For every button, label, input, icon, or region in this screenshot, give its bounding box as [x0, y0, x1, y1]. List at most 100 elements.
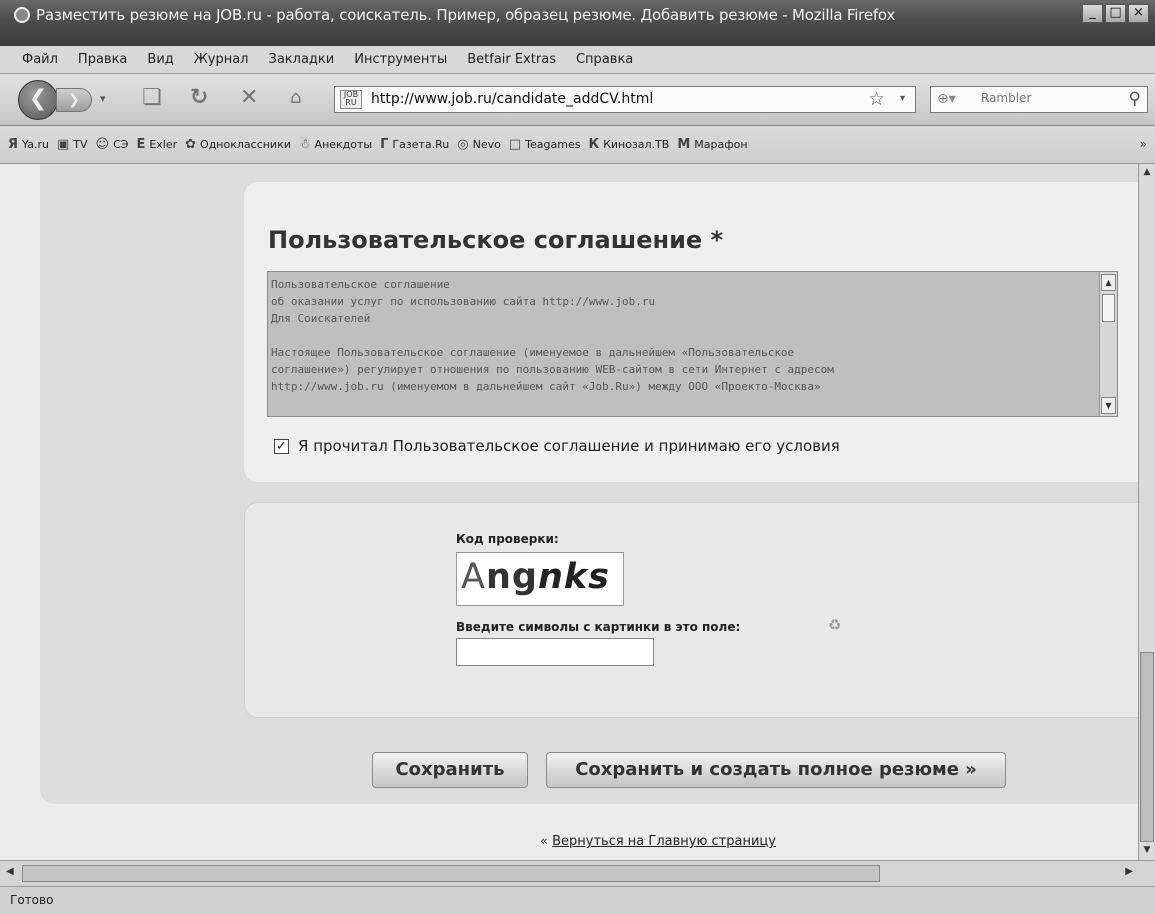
captcha-label: Код проверки: [456, 532, 559, 546]
captcha-image: Angnks [456, 552, 624, 606]
new-tab-icon[interactable]: ❏ [142, 86, 162, 110]
bookmark-label: Teagames [525, 138, 581, 151]
page-horizontal-scrollbar[interactable]: ◀ ▶ [0, 860, 1155, 886]
reload-icon[interactable]: ↻ [190, 86, 208, 110]
bookmark-label: Марафон [694, 138, 748, 151]
bookmark-label: Газета.Ru [392, 138, 450, 151]
agree-checkbox[interactable]: ✓ [274, 438, 289, 454]
agreement-title: Пользовательское соглашение * [268, 226, 724, 254]
bookmark-se[interactable]: ☺ СЭ [96, 137, 129, 152]
captcha-input[interactable] [456, 638, 654, 666]
bookmark-label: Nevo [472, 138, 501, 151]
bookmark-label: Одноклассники [200, 138, 291, 151]
agreement-scrollbar[interactable]: ▲ ▼ [1099, 272, 1117, 416]
bookmarks-bar: Я Ya.ru ▣ TV ☺ СЭ E Exler ✿ Одноклассники ☃ Ан… [0, 126, 1155, 164]
odnoklassniki-icon: ✿ [185, 137, 197, 152]
search-engine-icon[interactable]: ⊕▾ [937, 91, 956, 107]
page-icon: □ [508, 137, 522, 152]
gazeta-icon: Г [380, 137, 389, 152]
bookmark-exler[interactable]: E Exler [136, 137, 177, 152]
captcha-prompt: Введите символы с картинки в это поле: [456, 620, 741, 634]
menu-edit[interactable]: Правка [78, 52, 127, 67]
menu-tools[interactable]: Инструменты [354, 52, 447, 67]
horizontal-scroll-thumb[interactable] [22, 865, 880, 882]
bookmark-odnoklassniki[interactable]: ✿ Одноклассники [185, 137, 291, 152]
bookmark-star-icon[interactable]: ☆ [868, 88, 885, 110]
window-titlebar: Разместить резюме на JOB.ru - работа, со… [0, 0, 1155, 46]
captcha-text: Angnks [461, 557, 610, 597]
menu-bookmarks[interactable]: Закладки [269, 52, 335, 67]
agreement-accept-row: ✓ Я прочитал Пользовательское соглашение… [274, 437, 840, 455]
search-icon[interactable]: ⚲ [1129, 89, 1141, 109]
yandex-icon: Я [8, 137, 19, 152]
anekdoty-icon: ☃ [298, 137, 311, 152]
page-scroll-thumb[interactable] [1140, 652, 1154, 842]
maximize-button[interactable]: □ [1105, 4, 1126, 23]
scroll-down-icon[interactable]: ▼ [1140, 842, 1154, 860]
url-dropdown-icon[interactable]: ▾ [900, 93, 905, 104]
home-icon[interactable]: ⌂ [290, 86, 301, 110]
back-prefix: « [540, 834, 548, 849]
bookmark-tv[interactable]: ▣ TV [57, 137, 88, 152]
scroll-up-icon[interactable]: ▲ [1140, 164, 1154, 182]
scroll-down-icon[interactable]: ▼ [1101, 397, 1116, 414]
close-button[interactable]: × [1128, 4, 1149, 23]
navigation-toolbar: ❮ ❯ ▾ ❏ ↻ ✕ ⌂ JOB RU http://www.job.ru/c… [0, 74, 1155, 126]
scroll-right-icon[interactable]: ▶ [1125, 866, 1133, 877]
menu-bar: Файл Правка Вид Журнал Закладки Инструме… [0, 46, 1155, 74]
back-to-home-row: « Вернуться на Главную страницу [540, 834, 776, 849]
agree-label[interactable]: Я прочитал Пользовательское соглашение и… [298, 437, 840, 455]
address-bar[interactable]: JOB RU http://www.job.ru/candidate_addCV… [334, 86, 916, 113]
scroll-left-icon[interactable]: ◀ [6, 866, 14, 877]
bookmark-label: Exler [149, 138, 178, 151]
history-dropdown-icon[interactable]: ▾ [100, 92, 106, 105]
bookmark-anekdoty[interactable]: ☃ Анекдоты [299, 137, 372, 152]
scroll-thumb[interactable] [1102, 294, 1115, 322]
search-input[interactable] [981, 91, 1111, 105]
bookmark-label: СЭ [113, 138, 129, 151]
page-vertical-scrollbar[interactable]: ▲ ▼ [1138, 164, 1155, 860]
exler-icon: E [136, 137, 146, 152]
window-title: Разместить резюме на JOB.ru - работа, со… [36, 6, 896, 24]
page-viewport: Пользовательское соглашение * Пользовате… [0, 164, 1138, 860]
bookmark-teagames[interactable]: □ Teagames [509, 137, 581, 152]
bookmark-label: Анекдоты [314, 138, 373, 151]
forward-arrow-icon[interactable]: ❯ [56, 88, 92, 112]
save-button[interactable]: Сохранить [372, 752, 528, 788]
bookmark-ya[interactable]: Я Ya.ru [8, 137, 49, 152]
refresh-captcha-icon[interactable]: ♻ [828, 616, 841, 634]
menu-betfair[interactable]: Betfair Extras [467, 52, 556, 67]
agreement-textarea[interactable]: Пользовательское соглашение об оказании … [267, 271, 1118, 417]
bookmark-nevo[interactable]: ◎ Nevo [457, 137, 501, 152]
bookmark-kinozal[interactable]: К Кинозал.ТВ [588, 137, 669, 152]
menu-file[interactable]: Файл [22, 52, 58, 67]
firefox-icon [14, 7, 30, 23]
kinozal-icon: К [588, 137, 600, 152]
tv-icon: ▣ [56, 137, 70, 152]
scroll-up-icon[interactable]: ▲ [1101, 274, 1116, 291]
marafon-icon: М [677, 137, 691, 152]
bookmark-gazeta[interactable]: Г Газета.Ru [380, 137, 449, 152]
menu-help[interactable]: Справка [576, 52, 633, 67]
minimize-button[interactable]: _ [1082, 4, 1103, 23]
bookmark-label: TV [73, 138, 88, 151]
chevron-right-icon[interactable]: » [1140, 137, 1147, 151]
back-arrow-icon[interactable]: ❮ [18, 80, 58, 120]
bookmark-label: Кинозал.ТВ [603, 138, 670, 151]
back-to-home-link[interactable]: Вернуться на Главную страницу [552, 834, 776, 849]
stop-icon[interactable]: ✕ [240, 86, 258, 110]
menu-view[interactable]: Вид [147, 52, 173, 67]
se-icon: ☺ [95, 137, 110, 152]
agreement-text: Пользовательское соглашение об оказании … [271, 278, 834, 393]
captcha-panel [244, 502, 1138, 718]
search-box[interactable]: ⊕▾ ⚲ [930, 86, 1148, 113]
menu-history[interactable]: Журнал [194, 52, 249, 67]
site-favicon: JOB RU [340, 90, 362, 109]
window-controls: _ □ × [1082, 4, 1149, 23]
bookmark-label: Ya.ru [22, 138, 49, 151]
status-bar: Готово [0, 886, 1155, 914]
bookmark-marafon[interactable]: М Марафон [677, 137, 747, 152]
url-text[interactable]: http://www.job.ru/candidate_addCV.html [371, 91, 653, 107]
nevo-icon: ◎ [457, 137, 469, 152]
save-full-resume-button[interactable]: Сохранить и создать полное резюме » [546, 752, 1006, 788]
